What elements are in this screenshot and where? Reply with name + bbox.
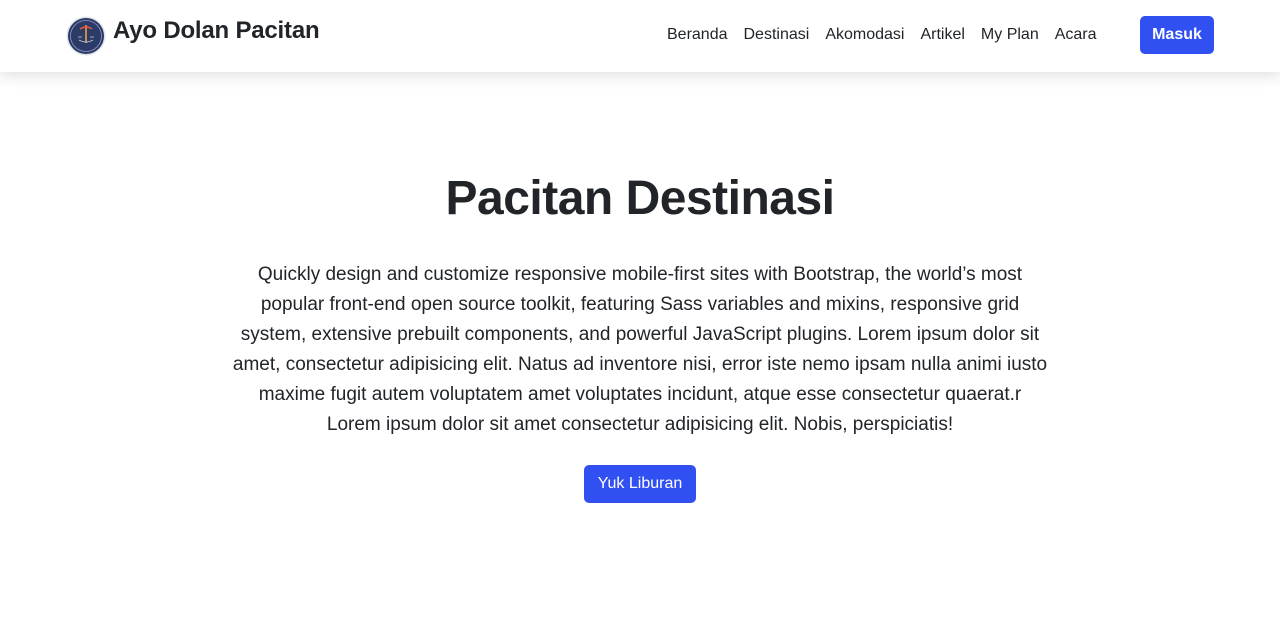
navbar: Ayo Dolan Pacitan Beranda Destinasi Akom… [0,0,1280,72]
hero-description: Quickly design and customize responsive … [232,264,1048,435]
hero-title: Pacitan Destinasi [445,172,836,225]
nav-link-artikel[interactable]: Artikel [920,26,964,44]
nav-link-beranda[interactable]: Beranda [667,26,728,44]
nav-link-my-plan[interactable]: My Plan [981,26,1039,44]
login-button[interactable]: Masuk [1140,16,1214,54]
nav-link-destinasi[interactable]: Destinasi [744,26,810,44]
nav-menu: Beranda Destinasi Akomodasi Artikel My P… [667,26,1113,44]
brand-logo-icon [66,16,106,56]
brand-link[interactable]: Ayo Dolan Pacitan [66,16,320,56]
hero-section: Pacitan Destinasi Quickly design and cus… [0,72,1280,503]
cta-button[interactable]: Yuk Liburan [584,465,696,503]
nav-link-akomodasi[interactable]: Akomodasi [825,26,904,44]
brand-name: Ayo Dolan Pacitan [113,17,320,44]
nav-link-acara[interactable]: Acara [1055,26,1097,44]
